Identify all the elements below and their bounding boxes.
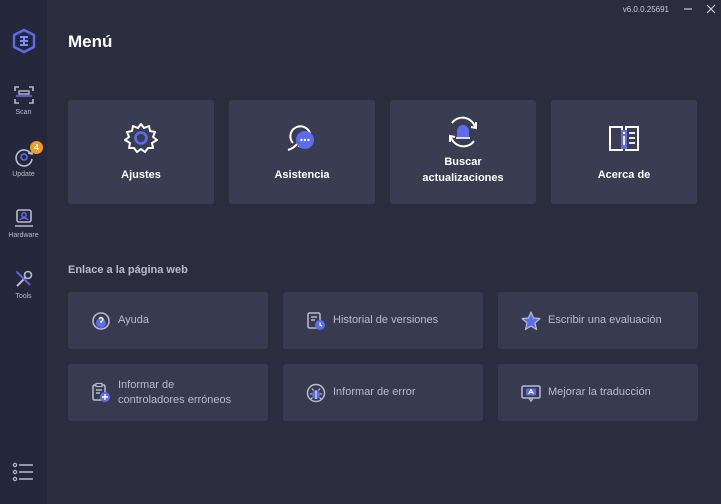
write-review-link[interactable]: Escribir una evaluación — [498, 292, 698, 349]
link-label-line: Informar de — [118, 378, 175, 391]
sidebar-item-hardware[interactable]: Hardware — [0, 207, 47, 261]
improve-translation-link[interactable]: Mejorar la traducción — [498, 364, 698, 421]
link-label: Mejorar la traducción — [548, 386, 651, 398]
star-icon — [521, 310, 541, 330]
card-label: Buscar actualizaciones — [422, 154, 503, 186]
app-version: v6.0.0.25691 — [622, 5, 669, 14]
sidebar-item-tools[interactable]: Tools — [0, 268, 47, 322]
history-icon — [307, 311, 325, 330]
refresh-bell-icon — [449, 116, 477, 148]
tools-icon — [15, 270, 32, 287]
check-updates-card[interactable]: Buscar actualizaciones — [390, 100, 536, 204]
settings-card[interactable]: Ajustes — [68, 100, 214, 204]
scan-icon — [13, 86, 34, 104]
close-icon[interactable] — [704, 3, 718, 15]
sidebar-item-label: Update — [12, 171, 35, 178]
page-title: Menú — [68, 32, 113, 51]
bug-icon — [306, 383, 326, 402]
app-logo-icon — [12, 28, 36, 54]
card-label-line: Buscar — [444, 156, 482, 168]
link-label: Ayuda — [118, 314, 149, 326]
link-label: Escribir una evaluación — [548, 314, 662, 326]
help-link[interactable]: Ayuda — [68, 292, 268, 349]
update-count-badge: 4 — [30, 141, 43, 154]
gear-icon — [124, 123, 158, 153]
section-title: Enlace a la página web — [68, 264, 188, 276]
link-label: Historial de versiones — [333, 314, 439, 326]
sidebar-item-label: Hardware — [8, 232, 39, 239]
about-card[interactable]: Acerca de — [551, 100, 697, 204]
sidebar-item-scan[interactable]: Scan — [0, 84, 47, 138]
card-label: Acerca de — [597, 169, 651, 181]
card-label: Ajustes — [121, 169, 161, 181]
minimize-icon[interactable] — [681, 3, 695, 15]
report-bug-link[interactable]: Informar de error — [283, 364, 483, 421]
chat-icon — [287, 125, 314, 151]
link-label: Informar de error — [333, 386, 416, 398]
sidebar-item-label: Scan — [15, 109, 32, 116]
card-label: Asistencia — [274, 169, 330, 181]
sidebar: Scan 4 Update Hardware Tools — [0, 0, 47, 504]
sidebar-item-update[interactable]: 4 Update — [0, 141, 47, 200]
card-label-line: actualizaciones — [422, 172, 504, 184]
link-label: Informar de controladores erróneos — [118, 378, 231, 408]
translate-icon — [521, 384, 541, 402]
link-label-line: controladores erróneos — [118, 393, 232, 406]
help-icon — [92, 311, 110, 330]
hardware-icon — [14, 209, 33, 227]
sidebar-item-label: Tools — [15, 293, 32, 300]
support-card[interactable]: Asistencia — [229, 100, 375, 204]
report-driver-icon — [92, 382, 110, 402]
report-driver-link[interactable]: Informar de controladores erróneos — [68, 364, 268, 421]
info-book-icon — [609, 126, 639, 151]
version-history-link[interactable]: Historial de versiones — [283, 292, 483, 349]
menu-list-icon[interactable] — [12, 461, 34, 483]
